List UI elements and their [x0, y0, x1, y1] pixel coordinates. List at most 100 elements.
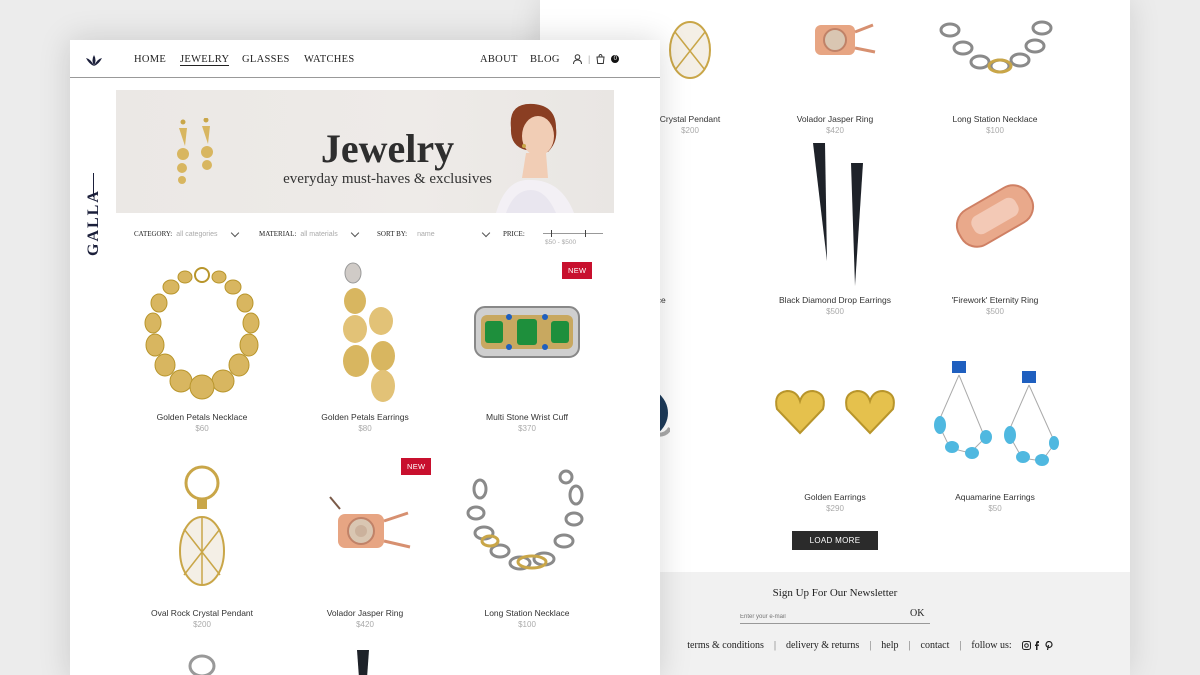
product-card[interactable]: NEW Volador Jasper Ring $420: [280, 454, 450, 629]
price-slider[interactable]: [543, 230, 603, 237]
product-name[interactable]: Long Station Necklace: [915, 114, 1075, 124]
instagram-icon[interactable]: [1021, 641, 1031, 650]
load-more-button[interactable]: LOAD MORE: [792, 531, 878, 550]
front-page: HOME JEWELRY GLASSES WATCHES ABOUT BLOG …: [70, 40, 660, 675]
product-price: $420: [356, 620, 374, 629]
product-card[interactable]: Golden Petals Necklace $60: [117, 258, 287, 433]
product-name[interactable]: 'Firework' Eternity Ring: [915, 295, 1075, 305]
price-range: $50 - $500: [545, 239, 577, 246]
chain-necklace-icon: [915, 0, 1075, 110]
product-card[interactable]: [117, 648, 287, 675]
product-price: $500: [986, 307, 1004, 316]
material-label: MATERIAL:: [259, 230, 297, 238]
ring-icon: [755, 0, 915, 110]
spike-earrings-icon: [755, 141, 915, 291]
product-card[interactable]: Golden Earrings $290: [755, 338, 915, 513]
product-name[interactable]: Oval Rock Crystal Pendant: [117, 608, 287, 618]
follow-us-label: follow us:: [971, 640, 1012, 651]
chevron-down-icon: [230, 228, 239, 237]
product-price: $60: [195, 424, 209, 433]
product-name[interactable]: Black Diamond Drop Earrings: [755, 295, 915, 305]
heart-earrings-icon: [755, 338, 915, 488]
material-value: all materials: [300, 230, 338, 238]
sort-value: name: [417, 230, 435, 238]
footer-link-delivery[interactable]: delivery & returns: [786, 640, 859, 651]
product-price: $100: [518, 620, 536, 629]
product-price: $290: [826, 504, 844, 513]
product-card[interactable]: Long Station Necklace $100: [442, 454, 612, 629]
pinterest-icon[interactable]: [1045, 641, 1053, 650]
product-price: $80: [358, 424, 372, 433]
product-price: $420: [826, 126, 844, 135]
product-name[interactable]: Long Station Necklace: [442, 608, 612, 618]
pendant-icon: [117, 454, 287, 604]
product-card[interactable]: 'Firework' Eternity Ring $500: [915, 141, 1075, 316]
product-price: $50: [988, 504, 1002, 513]
product-price: $500: [826, 307, 844, 316]
cart-icon[interactable]: [596, 54, 605, 64]
footer-link-contact[interactable]: contact: [921, 640, 950, 651]
product-name[interactable]: Volador Jasper Ring: [755, 114, 915, 124]
category-label: CATEGORY:: [134, 230, 173, 238]
hero-banner: Jewelry everyday must-haves & exclusives: [116, 90, 614, 213]
product-card[interactable]: Oval Rock Crystal Pendant $200: [117, 454, 287, 629]
product-card[interactable]: [280, 648, 450, 675]
newsletter-submit-button[interactable]: OK: [910, 608, 924, 619]
product-price: $200: [193, 620, 211, 629]
price-filter: PRICE:: [503, 230, 525, 238]
product-card[interactable]: Long Station Necklace $100: [915, 0, 1075, 135]
sort-label: SORT BY:: [377, 230, 408, 238]
nav-home[interactable]: HOME: [134, 54, 166, 65]
product-card[interactable]: Black Diamond Drop Earrings $500: [755, 141, 915, 316]
chain-necklace-icon: [442, 454, 612, 604]
brand-vertical-logo: GALLA: [85, 189, 102, 256]
user-icon[interactable]: [573, 54, 582, 64]
footer-separator: |: [869, 640, 872, 651]
material-filter[interactable]: MATERIAL: all materials: [259, 228, 359, 238]
footer-separator: |: [908, 640, 911, 651]
top-navigation: HOME JEWELRY GLASSES WATCHES ABOUT BLOG …: [70, 40, 660, 78]
model-photo: [496, 103, 574, 213]
chevron-down-icon: [481, 228, 491, 237]
product-price: $100: [986, 126, 1004, 135]
chevron-down-icon: [350, 228, 359, 237]
product-card[interactable]: Golden Petals Earrings $80: [280, 258, 450, 433]
nav-icons-divider: |: [588, 54, 591, 64]
email-field[interactable]: [740, 610, 930, 624]
nav-blog[interactable]: BLOG: [530, 54, 560, 65]
product-card[interactable]: Volador Jasper Ring $420: [755, 0, 915, 135]
filter-bar: CATEGORY: all categories MATERIAL: all m…: [134, 227, 614, 247]
product-name[interactable]: Golden Petals Earrings: [280, 412, 450, 422]
footer-link-help[interactable]: help: [881, 640, 898, 651]
nav-watches[interactable]: WATCHES: [304, 54, 355, 65]
price-label: PRICE:: [503, 230, 525, 238]
product-card[interactable]: Aquamarine Earrings $50: [915, 338, 1075, 513]
product-name[interactable]: Volador Jasper Ring: [280, 608, 450, 618]
sort-filter[interactable]: SORT BY: name: [377, 228, 491, 238]
spike-earrings-icon: [280, 648, 450, 675]
drop-earrings-icon: [280, 258, 450, 408]
category-value: all categories: [176, 230, 218, 238]
brand-rule: [93, 173, 94, 197]
eternity-ring-icon: [915, 141, 1075, 291]
footer-separator: |: [773, 640, 776, 651]
new-badge: NEW: [562, 262, 593, 279]
product-name[interactable]: Golden Petals Necklace: [117, 412, 287, 422]
footer-link-terms[interactable]: terms & conditions: [687, 640, 764, 651]
ring-icon: [280, 454, 450, 604]
product-name[interactable]: Aquamarine Earrings: [915, 492, 1075, 502]
facebook-icon[interactable]: [1034, 641, 1041, 650]
cuff-bracelet-icon: [442, 258, 612, 408]
nav-glasses[interactable]: GLASSES: [242, 54, 290, 65]
category-filter[interactable]: CATEGORY: all categories: [134, 228, 239, 238]
nav-jewelry[interactable]: JEWELRY: [180, 54, 230, 66]
product-name[interactable]: Golden Earrings: [755, 492, 915, 502]
product-card[interactable]: NEW Multi Stone Wrist Cuff $370: [442, 258, 612, 433]
new-badge: NEW: [401, 458, 432, 475]
nav-about[interactable]: ABOUT: [480, 54, 518, 65]
lotus-logo-icon[interactable]: [85, 54, 103, 72]
product-name[interactable]: Multi Stone Wrist Cuff: [442, 412, 612, 422]
chain-necklace-icon: [117, 648, 287, 675]
aquamarine-earrings-icon: [915, 338, 1075, 488]
social-icons: [1021, 641, 1053, 650]
